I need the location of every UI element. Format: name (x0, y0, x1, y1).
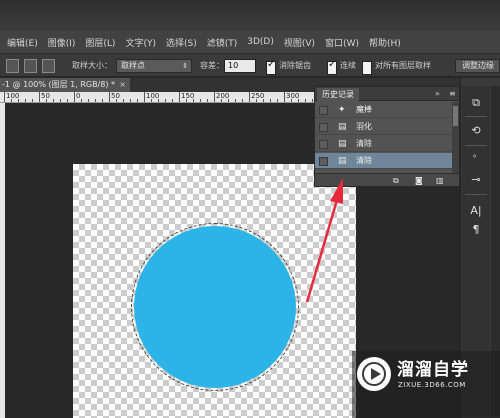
document-tab-title: -1 @ 100% (图层 1, RGB/8) * (2, 80, 116, 89)
all-layers-label: 对所有图层取样 (375, 61, 431, 70)
history-step-label: 清除 (356, 156, 372, 165)
collapse-icon[interactable]: » (435, 88, 440, 100)
sample-size-select[interactable]: 取样点 ⇕ (116, 59, 192, 73)
play-logo-icon (362, 362, 386, 386)
document-tab[interactable]: -1 @ 100% (图层 1, RGB/8) * × (0, 78, 130, 92)
panel-menu-icon[interactable]: ≡ (449, 88, 456, 100)
scrollbar-thumb[interactable] (453, 106, 458, 126)
history-panel-header: 历史记录 » ≡ (315, 87, 459, 101)
ruler-tick (249, 92, 250, 102)
character-icon[interactable]: A| (468, 203, 484, 219)
dock-divider (465, 194, 487, 195)
antialias-checkbox[interactable] (266, 59, 276, 75)
refine-edge-button[interactable]: 调整边缘 (455, 59, 500, 73)
contiguous-checkbox[interactable] (327, 59, 337, 75)
history-brush-source-box[interactable] (319, 106, 328, 115)
sample-size-value: 取样点 (121, 61, 145, 70)
watermark-logo-icon (357, 357, 391, 391)
menu-window[interactable]: 窗口(W) (325, 36, 359, 49)
trash-icon[interactable]: ▥ (436, 175, 444, 186)
history-step-clear-selected[interactable]: ▤ 清除 (315, 153, 459, 169)
tolerance-label: 容差： (200, 61, 224, 70)
ruler-tick-label: 0 (76, 92, 81, 100)
contiguous-label: 连续 (340, 61, 356, 70)
history-step-label: 魔棒 (356, 105, 372, 114)
ruler-tick (39, 92, 40, 102)
history-scrollbar[interactable] (452, 102, 459, 173)
magic-wand-icon: ✦ (338, 105, 346, 115)
sample-size-label: 取样大小： (72, 61, 112, 70)
camera-icon[interactable]: ◙ (415, 175, 423, 186)
chevron-updown-icon: ⇕ (182, 62, 188, 70)
menu-filter[interactable]: 滤镜(T) (207, 36, 238, 49)
title-strip (0, 0, 500, 31)
dock-divider (465, 145, 487, 146)
watermark-title: 溜溜自学 (397, 360, 469, 380)
options-bar: 取样大小： 取样点 ⇕ 容差： 10 消除锯齿 连续 对所有图层取样 调整边缘 (0, 53, 500, 77)
menu-select[interactable]: 选择(S) (166, 36, 197, 49)
history-brush-source-box[interactable] (319, 123, 328, 132)
menu-3d[interactable]: 3D(D) (247, 37, 274, 47)
menu-layer[interactable]: 图层(L) (85, 36, 115, 49)
all-layers-checkbox[interactable] (362, 61, 372, 75)
tab-history[interactable]: 历史记录 (317, 88, 359, 101)
antialias-label: 消除锯齿 (279, 61, 311, 70)
history-icon[interactable]: ⧉ (468, 95, 484, 111)
menu-help[interactable]: 帮助(H) (369, 36, 401, 49)
document-step-icon: ▤ (338, 122, 347, 132)
selection-marquee (131, 223, 299, 391)
history-panel: 历史记录 » ≡ ✦ 魔棒 ▤ 羽化 ▤ 清除 ▤ 清除 ⧉ ◙ ▥ (314, 86, 460, 187)
menu-edit[interactable]: 编辑(E) (7, 36, 38, 49)
ruler-tick (4, 92, 5, 102)
history-step-clear[interactable]: ▤ 清除 (315, 136, 459, 152)
document-step-icon: ▤ (338, 139, 347, 149)
actions-icon[interactable]: ⟲ (468, 123, 484, 139)
paragraph-icon[interactable]: ¶ (468, 222, 484, 238)
new-document-from-state-icon[interactable]: ⧉ (393, 175, 399, 186)
title-strip-shade (0, 0, 500, 26)
document-step-icon: ▤ (338, 156, 347, 166)
history-step-label: 清除 (356, 139, 372, 148)
ruler-tick (144, 92, 145, 102)
history-step-magic-wand[interactable]: ✦ 魔棒 (315, 102, 459, 118)
menu-bar: 编辑(E) 图像(I) 图层(L) 文字(Y) 选择(S) 滤镜(T) 3D(D… (0, 31, 500, 53)
brush-icon[interactable]: ﾟ (468, 153, 484, 169)
menu-view[interactable]: 视图(V) (284, 36, 315, 49)
history-panel-footer: ⧉ ◙ ▥ (315, 173, 459, 186)
ruler-tick (179, 92, 180, 102)
ruler-tick (284, 92, 285, 102)
ruler-tick (74, 92, 75, 102)
close-icon[interactable]: × (119, 78, 126, 92)
ruler-tick (214, 92, 215, 102)
history-brush-source-box[interactable] (319, 140, 328, 149)
clone-source-icon[interactable]: ⊸ (468, 172, 484, 188)
menu-image[interactable]: 图像(I) (48, 36, 76, 49)
history-step-feather[interactable]: ▤ 羽化 (315, 119, 459, 135)
watermark-url: ZIXUE.3D66.COM (398, 381, 466, 389)
history-step-label: 羽化 (356, 122, 372, 131)
dock-divider (465, 116, 487, 117)
add-selection-icon[interactable] (24, 59, 37, 73)
new-selection-icon[interactable] (6, 59, 19, 73)
history-brush-source-box[interactable] (319, 157, 328, 166)
tolerance-input[interactable]: 10 (224, 59, 256, 73)
menu-type[interactable]: 文字(Y) (125, 36, 156, 49)
ruler-tick (109, 92, 110, 102)
subtract-selection-icon[interactable] (42, 59, 55, 73)
